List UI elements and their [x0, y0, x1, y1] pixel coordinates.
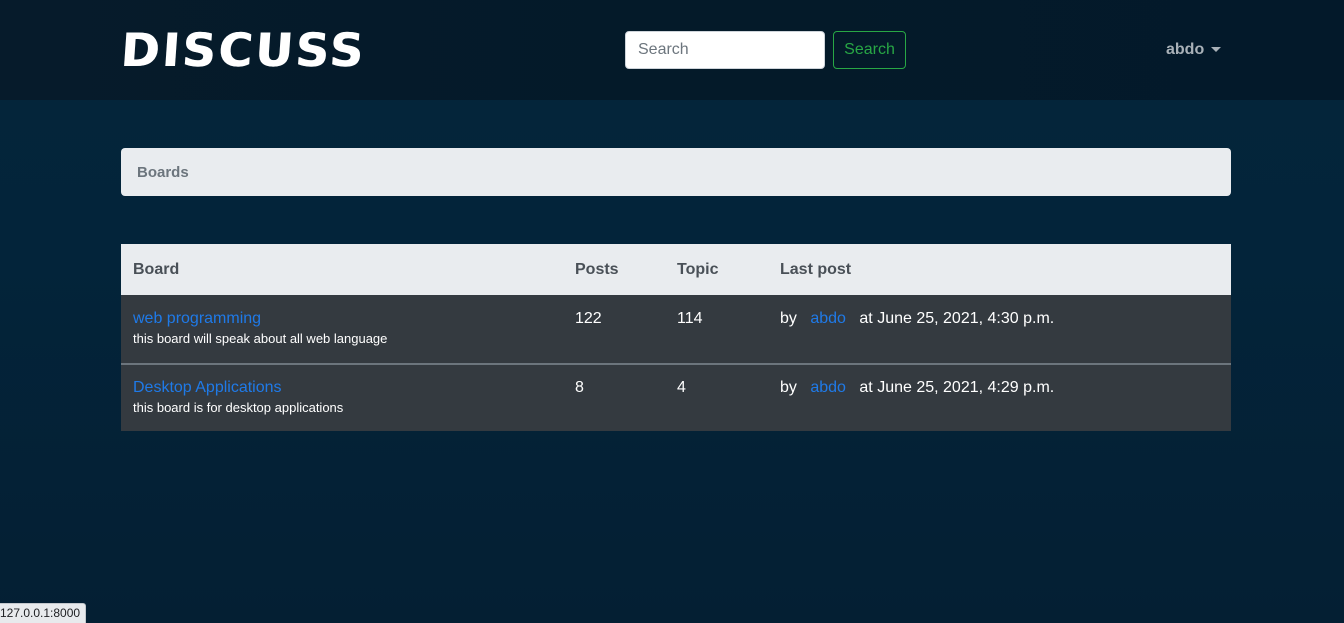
by-label: by — [780, 379, 797, 396]
breadcrumb: Boards — [121, 148, 1231, 196]
table-header: Board Posts Topic Last post — [121, 244, 1231, 295]
last-post-cell: by abdo at June 25, 2021, 4:30 p.m. — [780, 310, 1054, 328]
breadcrumb-item-boards: Boards — [137, 163, 189, 181]
by-label: by — [780, 310, 797, 327]
column-header-board: Board — [133, 261, 180, 278]
browser-status-url: 127.0.0.1:8000 — [0, 603, 87, 623]
topics-count: 4 — [677, 379, 686, 396]
topics-count: 114 — [677, 310, 703, 327]
last-post-time: at June 25, 2021, 4:29 p.m. — [859, 379, 1055, 396]
table-row: Desktop Applications this board is for d… — [121, 363, 1231, 431]
board-description: this board is for desktop applications — [133, 400, 344, 415]
boards-table: Board Posts Topic Last post web programm… — [121, 244, 1231, 431]
last-post-cell: by abdo at June 25, 2021, 4:29 p.m. — [780, 379, 1054, 397]
top-navbar: DISCUSS Search abdo — [0, 0, 1344, 100]
chevron-down-icon — [1211, 46, 1222, 52]
author-link[interactable]: abdo — [810, 379, 846, 396]
column-header-topic: Topic — [677, 261, 719, 278]
posts-count: 8 — [575, 379, 584, 396]
board-cell: Desktop Applications this board is for d… — [133, 379, 343, 415]
user-name: abdo — [1166, 41, 1205, 58]
search-input[interactable] — [625, 31, 825, 69]
column-header-last-post: Last post — [780, 261, 852, 278]
user-dropdown[interactable]: abdo — [1166, 38, 1222, 62]
last-post-time: at June 25, 2021, 4:30 p.m. — [859, 310, 1055, 327]
board-link[interactable]: web programming — [133, 310, 261, 327]
board-cell: web programming this board will speak ab… — [133, 310, 387, 346]
author-link[interactable]: abdo — [810, 310, 846, 327]
brand-logo[interactable]: DISCUSS — [119, 22, 368, 78]
posts-count: 122 — [575, 310, 602, 327]
table-row: web programming this board will speak ab… — [121, 295, 1231, 363]
board-description: this board will speak about all web lang… — [133, 331, 388, 346]
column-header-posts: Posts — [575, 261, 619, 278]
board-link[interactable]: Desktop Applications — [133, 379, 282, 396]
search-button[interactable]: Search — [833, 31, 906, 69]
